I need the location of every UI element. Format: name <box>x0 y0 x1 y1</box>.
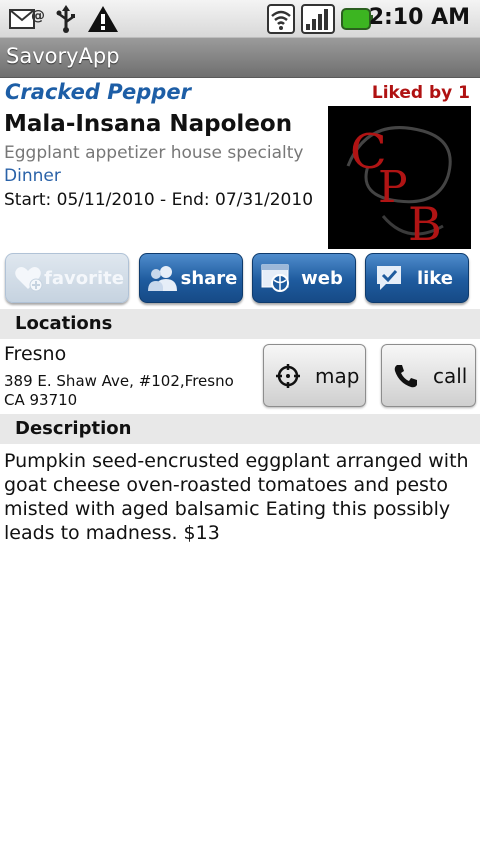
restaurant-logo: C P B <box>328 106 471 249</box>
status-bar: @ 2:10 AM <box>0 0 480 38</box>
warning-icon <box>86 4 120 34</box>
dish-subtitle: Eggplant appetizer house specialty <box>4 143 304 163</box>
call-button[interactable]: call <box>381 344 476 407</box>
map-button[interactable]: map <box>263 344 366 407</box>
mail-icon: @ <box>8 4 46 34</box>
restaurant-name[interactable]: Cracked Pepper <box>5 80 191 104</box>
favorite-heart-icon <box>12 261 44 295</box>
web-button[interactable]: web <box>252 253 356 303</box>
logo-letter-p: P <box>378 162 408 213</box>
location-city: Fresno <box>4 343 67 365</box>
share-people-icon <box>146 261 180 295</box>
meal-type: Dinner <box>4 166 61 186</box>
phone-icon <box>391 361 421 391</box>
usb-icon <box>52 4 80 34</box>
logo-letter-b: B <box>408 197 442 249</box>
svg-text:@: @ <box>31 8 45 24</box>
web-globe-icon <box>259 261 293 295</box>
share-button[interactable]: share <box>139 253 243 303</box>
description-header: Description <box>0 414 480 444</box>
web-label: web <box>301 267 343 289</box>
locations-title: Locations <box>15 313 113 334</box>
wifi-icon <box>266 4 296 34</box>
app-title-bar: SavoryApp <box>0 38 480 78</box>
like-label: like <box>416 267 454 289</box>
share-label: share <box>180 267 238 289</box>
like-button[interactable]: like <box>365 253 469 303</box>
status-time: 2:10 AM <box>368 5 470 30</box>
call-label: call <box>433 363 468 388</box>
location-address: 389 E. Shaw Ave, #102,Fresno CA 93710 <box>4 372 234 409</box>
app-title: SavoryApp <box>6 44 120 68</box>
locations-header: Locations <box>0 309 480 339</box>
dish-title: Mala-Insana Napoleon <box>4 111 293 137</box>
map-target-icon <box>273 361 303 391</box>
map-label: map <box>315 363 360 388</box>
description-text: Pumpkin seed-encrusted eggplant arranged… <box>4 450 469 544</box>
liked-count: Liked by 1 <box>371 83 470 103</box>
description-title: Description <box>15 418 132 439</box>
signal-icon <box>300 4 336 34</box>
favorite-button[interactable]: favorite <box>5 253 129 303</box>
date-range: Start: 05/11/2010 - End: 07/31/2010 <box>4 190 314 210</box>
like-check-icon <box>372 261 406 295</box>
favorite-label: favorite <box>44 267 124 289</box>
